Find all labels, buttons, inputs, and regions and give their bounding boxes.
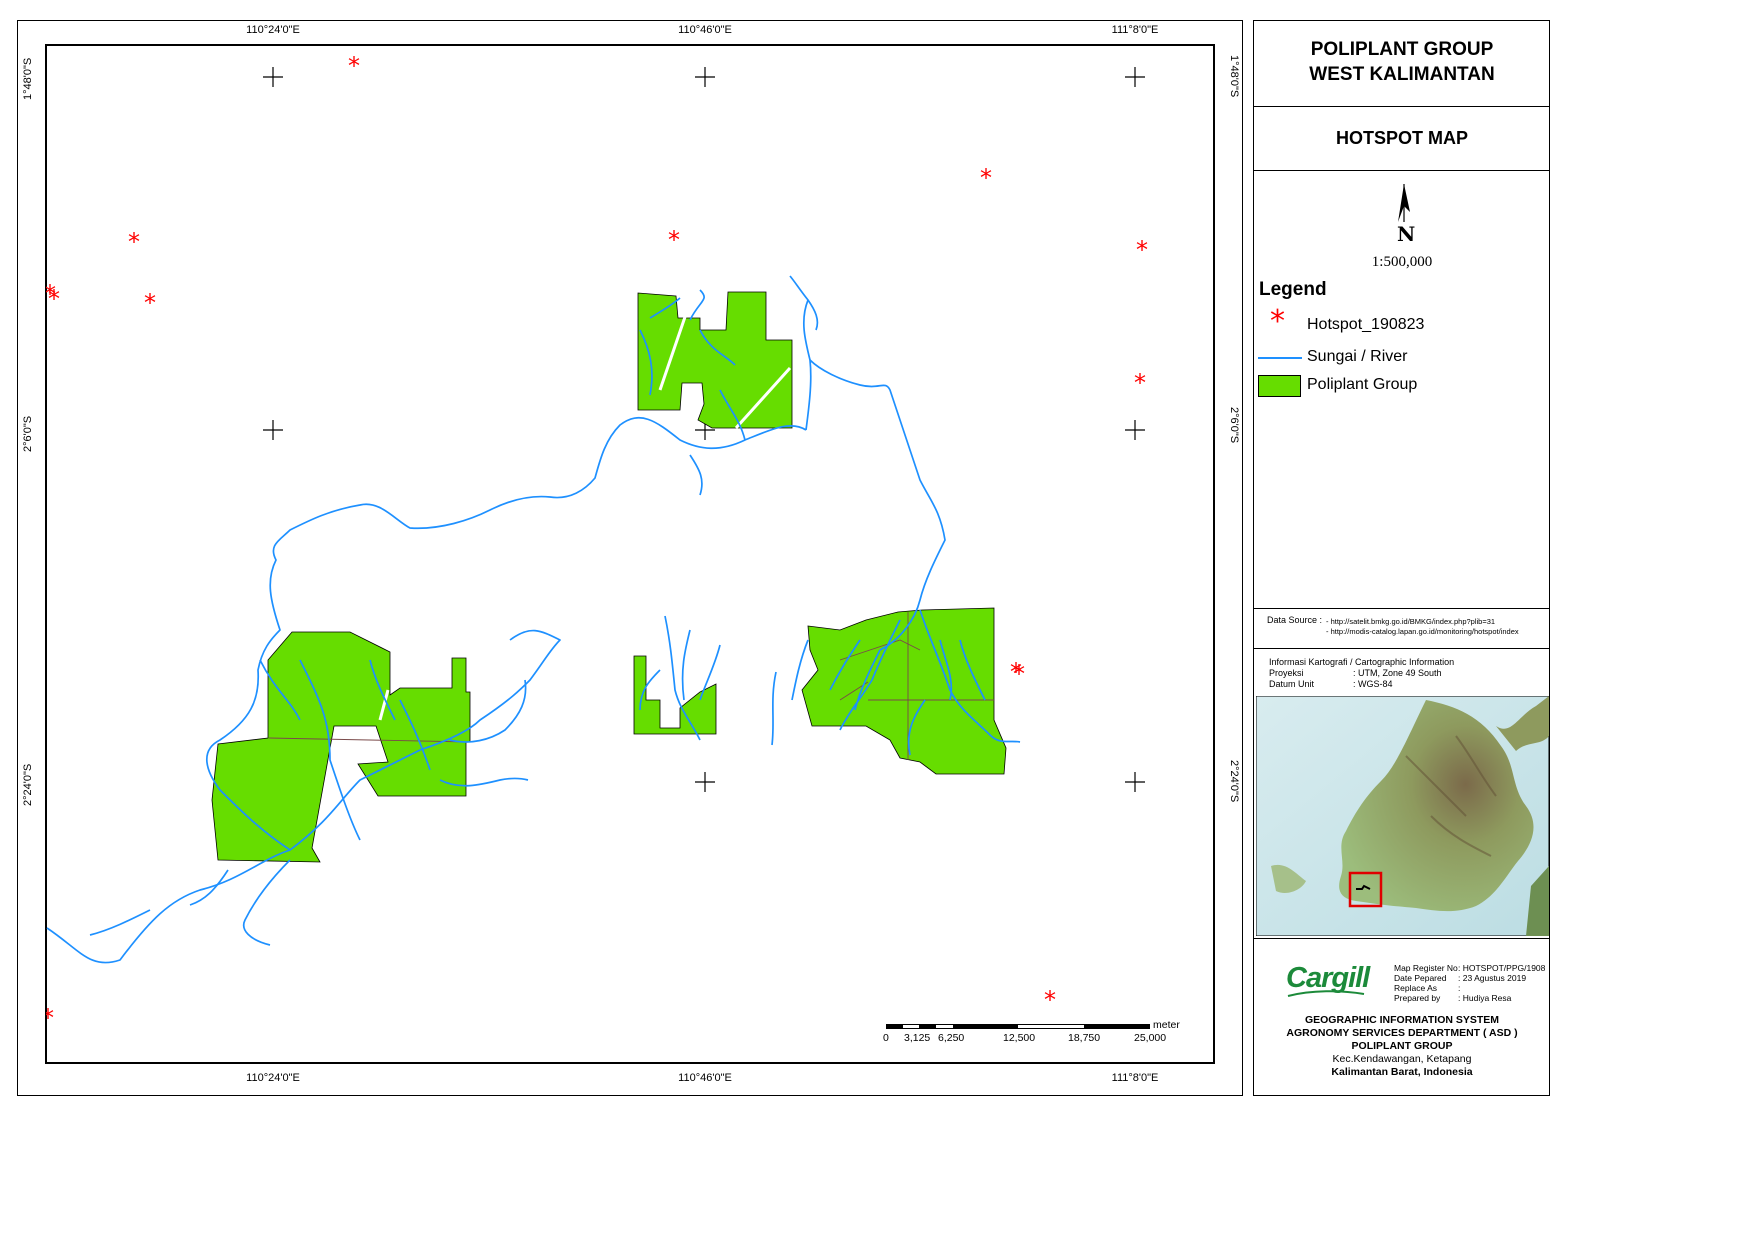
divider-1 (1254, 106, 1550, 107)
hotspot-marker: * (1044, 986, 1056, 1014)
title-section: POLIPLANT GROUP WEST KALIMANTAN (1254, 36, 1550, 89)
divider-3 (1254, 608, 1550, 609)
map-name: HOTSPOT MAP (1335, 128, 1468, 148)
lat-label-right-1: 1°48'0"S (1228, 55, 1240, 98)
gis-line-3: POLIPLANT GROUP (1351, 1040, 1453, 1052)
map-canvas[interactable]: * * * * * * * * * * * * * (46, 45, 1214, 1063)
lat-label-left-1: 1°48'0"S (22, 57, 34, 100)
register-value-4: : Hudiya Resa (1458, 993, 1512, 1003)
hotspot-marker: * (128, 228, 140, 256)
scale-unit: meter (1153, 1019, 1180, 1031)
lat-label-left-2: 2°6'0"S (22, 415, 34, 452)
hotspots: * * * * * * * * * * * * * (46, 52, 1148, 1032)
hotspot-marker: * (48, 285, 60, 313)
hotspot-marker: * (46, 1004, 54, 1032)
plantation-block-middle (633, 655, 717, 735)
hotspot-marker: * (1136, 236, 1148, 264)
plantation-blocks (211, 291, 1007, 863)
plantation-block-north (637, 291, 793, 429)
plantation-polygon-icon (1258, 375, 1301, 397)
lon-label-top-3: 111°8'0"E (1111, 24, 1159, 36)
legend-label-river: Sungai / River (1307, 348, 1408, 365)
plantation-block-west (211, 631, 471, 863)
gis-line-2: AGRONOMY SERVICES DEPARTMENT ( ASD ) (1286, 1027, 1518, 1039)
hotspot-marker: * (1134, 369, 1146, 397)
hotspot-marker: * (980, 164, 992, 192)
title-line-1: POLIPLANT GROUP (1310, 39, 1494, 60)
scale-tick-2: 6,250 (938, 1032, 965, 1044)
lon-label-top-2: 110°46'0"E (678, 24, 732, 36)
data-source-line-2[interactable]: - http://modis-catalog.lapan.go.id/monit… (1326, 626, 1519, 638)
legend-label-plantation: Poliplant Group (1307, 376, 1418, 393)
scale-tick-5: 25,000 (1134, 1032, 1167, 1044)
scale-tick-0: 0 (883, 1032, 889, 1044)
lat-label-right-3: 2°24'0"S (1228, 760, 1240, 803)
gis-block: GEOGRAPHIC INFORMATION SYSTEM AGRONOMY S… (1254, 1014, 1550, 1079)
gis-line-5: Kalimantan Barat, Indonesia (1331, 1066, 1473, 1078)
scale-tick-4: 18,750 (1068, 1032, 1101, 1044)
divider-4 (1254, 648, 1550, 649)
legend-item-hotspot: * Hotspot_190823 (1268, 304, 1528, 339)
legend-label-hotspot: Hotspot_190823 (1307, 316, 1425, 333)
scale-tick-3: 12,500 (1003, 1032, 1036, 1044)
legend-title: Legend (1259, 279, 1327, 300)
lat-label-left-3: 2°24'0"S (22, 763, 34, 806)
logo-swoosh-icon (1287, 990, 1365, 997)
inset-locator-map (1256, 696, 1549, 936)
lat-label-right-2: 2°6'0"S (1228, 407, 1240, 444)
scale-bar (886, 1024, 1150, 1029)
lon-label-bottom-3: 111°8'0"E (1111, 1072, 1159, 1084)
carto-value-datum: : WGS-84 (1353, 679, 1393, 689)
legend-item-plantation: Poliplant Group (1258, 373, 1528, 399)
plantation-block-east (801, 607, 1007, 775)
legend-item-river: Sungai / River (1258, 345, 1528, 371)
gis-line-1: GEOGRAPHIC INFORMATION SYSTEM (1304, 1014, 1500, 1026)
register-key-4: Prepared by (1394, 993, 1441, 1003)
hotspot-asterisk-icon: * (1270, 304, 1285, 339)
scale-ratio: 1:500,000 (1371, 254, 1433, 270)
carto-key-datum: Datum Unit (1269, 679, 1315, 689)
hotspot-marker: * (144, 289, 156, 317)
hotspot-marker: * (1013, 660, 1025, 688)
lon-label-top-1: 110°24'0"E (246, 24, 300, 36)
divider-5 (1254, 938, 1550, 939)
river-main (46, 359, 946, 964)
register-value-2: : 23 Agustus 2019 (1458, 973, 1527, 983)
hotspot-marker: * (348, 52, 360, 80)
north-letter: N (1397, 222, 1416, 246)
scale-tick-1: 3,125 (904, 1032, 931, 1044)
lon-label-bottom-2: 110°46'0"E (678, 1072, 732, 1084)
river-line-icon (1258, 357, 1302, 359)
divider-2 (1254, 170, 1550, 171)
gis-line-4: Kec.Kendawangan, Ketapang (1332, 1053, 1472, 1065)
title-line-2: WEST KALIMANTAN (1309, 64, 1495, 85)
hotspot-marker: * (668, 226, 680, 254)
data-source-label: Data Source : (1267, 615, 1323, 625)
lon-label-bottom-1: 110°24'0"E (246, 1072, 300, 1084)
